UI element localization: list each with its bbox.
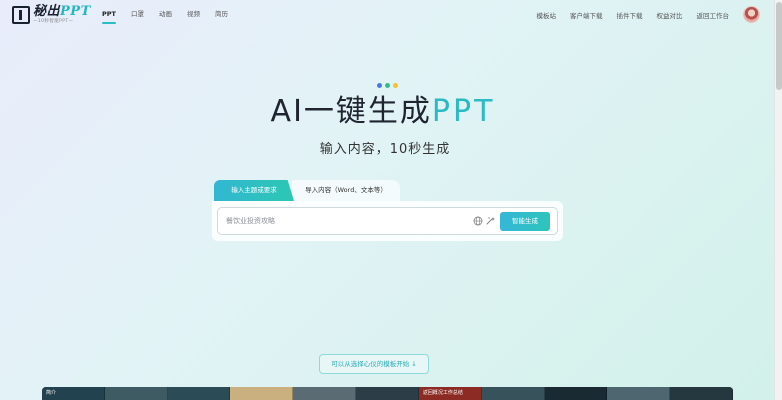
logo-main-ppt: PPT xyxy=(60,4,91,19)
template-pick-button[interactable]: 可以从选择心仪的模板开始 ↓ xyxy=(319,354,429,374)
logo-tagline: —10秒智能PPT— xyxy=(33,19,74,24)
nav-back-to-workspace[interactable]: 返回工作台 xyxy=(697,12,730,21)
brand-logo[interactable]: 秘出PPT —10秒智能PPT— xyxy=(12,5,91,27)
nav-item-resume[interactable]: 简历 xyxy=(215,10,228,19)
dot-blue-icon xyxy=(377,83,382,88)
dot-yellow-icon xyxy=(393,83,398,88)
logo-mark-icon xyxy=(12,6,30,24)
nav-item-ppt[interactable]: PPT xyxy=(102,10,116,24)
template-thumbnail[interactable] xyxy=(670,387,733,400)
nav-item-mask[interactable]: 口罩 xyxy=(131,10,144,19)
logo-main-text: 秘出PPT xyxy=(33,5,91,18)
template-thumbnail[interactable] xyxy=(167,387,231,400)
topic-input-box: 智能生成 xyxy=(217,207,558,235)
magic-wand-icon[interactable] xyxy=(486,216,496,226)
smart-generate-button[interactable]: 智能生成 xyxy=(500,212,550,231)
page-scrollbar[interactable] xyxy=(774,0,782,400)
dot-green-icon xyxy=(385,83,390,88)
topic-input[interactable] xyxy=(226,214,466,228)
user-avatar[interactable] xyxy=(743,6,760,23)
nav-template-site[interactable]: 模板站 xyxy=(537,12,557,21)
top-header: 秘出PPT —10秒智能PPT— PPT 口罩 动画 视频 简历 模板站 客户端… xyxy=(0,0,774,30)
hero-subtitle: 输入内容，10秒生成 xyxy=(319,142,451,157)
template-thumbnail[interactable] xyxy=(104,387,168,400)
hero-title-main: AI一键生成 xyxy=(270,94,432,129)
scrollbar-thumb[interactable] xyxy=(776,2,782,90)
nav-benefits-compare[interactable]: 权益对比 xyxy=(657,12,683,21)
template-thumbnail[interactable] xyxy=(481,387,545,400)
nav-client-download[interactable]: 客户端下载 xyxy=(570,12,603,21)
template-thumbnail[interactable] xyxy=(356,387,419,400)
template-thumbnail[interactable] xyxy=(544,387,608,400)
template-thumbnail[interactable] xyxy=(607,387,671,400)
input-card: 智能生成 xyxy=(212,201,563,241)
logo-main-cn: 秘出 xyxy=(33,4,61,19)
nav-item-animation[interactable]: 动画 xyxy=(159,10,172,19)
logo-text: 秘出PPT —10秒智能PPT— xyxy=(33,5,91,25)
hero-title-accent: PPT xyxy=(431,94,496,129)
nav-plugin-download[interactable]: 插件下载 xyxy=(617,12,643,21)
main-nav: PPT 口罩 动画 视频 简历 xyxy=(102,10,243,24)
template-thumbnail[interactable] xyxy=(293,387,357,400)
input-mode-tabs: 输入主题或要求 导入内容（Word、文本等） xyxy=(214,180,400,201)
hero-title: AI一键生成PPT xyxy=(0,93,766,131)
template-thumbnail[interactable]: 简介 xyxy=(42,387,105,400)
template-thumbnail[interactable] xyxy=(230,387,294,400)
decorative-dots xyxy=(377,83,401,88)
tab-topic-input[interactable]: 输入主题或要求 xyxy=(214,180,294,201)
template-thumbnail-strip: 简介 返回概况工作总结 xyxy=(42,387,733,400)
nav-item-video[interactable]: 视频 xyxy=(187,10,200,19)
template-thumbnail-label: 简介 xyxy=(46,390,57,396)
utility-nav: 模板站 客户端下载 插件下载 权益对比 返回工作台 xyxy=(523,6,760,23)
template-thumbnail[interactable]: 返回概况工作总结 xyxy=(418,387,482,400)
template-thumbnail-label: 返回概况工作总结 xyxy=(422,390,463,396)
globe-icon[interactable] xyxy=(473,216,483,226)
tab-import-content[interactable]: 导入内容（Word、文本等） xyxy=(292,180,400,201)
page: 秘出PPT —10秒智能PPT— PPT 口罩 动画 视频 简历 模板站 客户端… xyxy=(0,0,774,400)
